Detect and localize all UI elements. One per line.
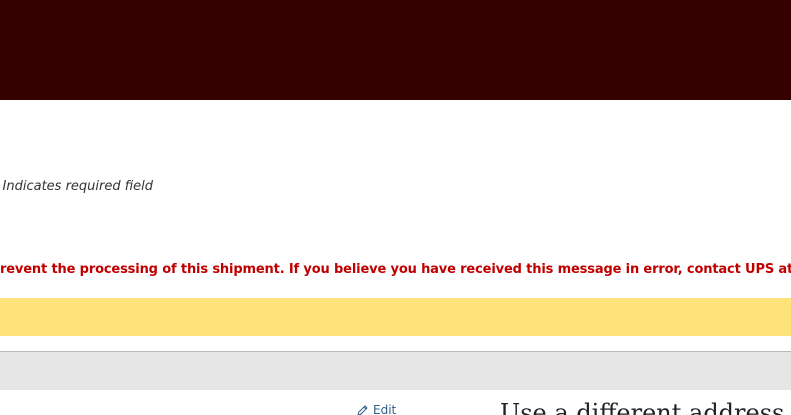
section-heading: Use a different address — [500, 399, 785, 415]
required-field-note: / Indicates required field — [0, 179, 153, 194]
shipment-error-message: revent the processing of this shipment. … — [0, 262, 791, 277]
pencil-icon — [356, 404, 369, 415]
page: / Indicates required field revent the pr… — [0, 0, 791, 415]
page-header-band — [0, 0, 791, 100]
edit-button[interactable]: Edit — [356, 403, 396, 415]
edit-label: Edit — [373, 403, 397, 415]
section-header-bar — [0, 351, 791, 390]
alert-banner — [0, 298, 791, 336]
